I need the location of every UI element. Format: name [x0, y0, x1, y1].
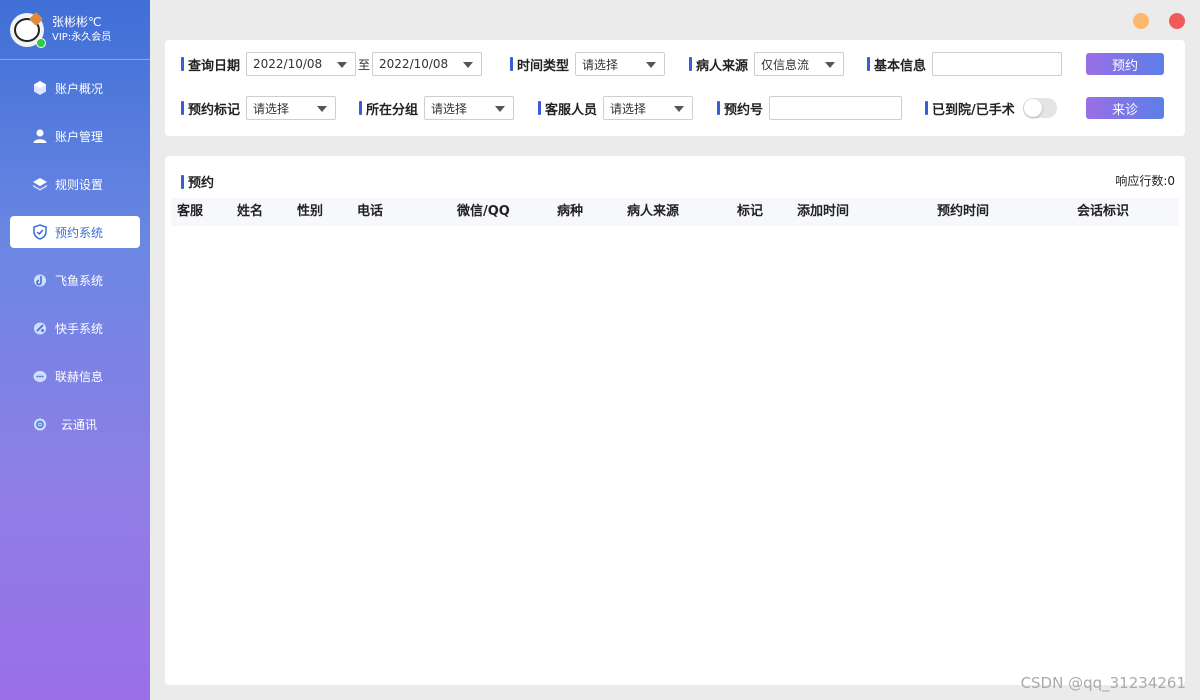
row-count: 响应行数:0 — [1115, 174, 1175, 188]
sidebar-item-label: 预约系统 — [55, 225, 104, 240]
table-header: 客服 姓名 性别 电话 微信/QQ 病种 病人来源 标记 添加时间 预约时间 会… — [171, 198, 1179, 226]
basic-info-label: 基本信息 — [867, 55, 926, 74]
date-from-value: 2022/10/08 — [253, 57, 323, 71]
column-header[interactable]: 姓名 — [237, 198, 263, 226]
arrived-toggle[interactable] — [1022, 98, 1057, 118]
sidebar-item-label: 快手系统 — [55, 321, 104, 336]
column-header[interactable]: 会话标识 — [1077, 198, 1129, 226]
arrived-field: 已到院/已手术 — [925, 96, 1057, 120]
appoint-no-input[interactable] — [769, 96, 903, 120]
appoint-mark-field: 预约标记 请选择 — [181, 96, 337, 120]
online-status-icon — [36, 37, 46, 48]
sidebar-item-label: 账户管理 — [55, 129, 104, 144]
fish-icon — [32, 272, 48, 288]
group-field: 所在分组 请选择 — [359, 96, 515, 120]
staff-field: 客服人员 请选择 — [538, 96, 694, 120]
cube-icon — [32, 80, 48, 96]
result-panel: 预约 响应行数:0 客服 姓名 性别 电话 微信/QQ 病种 病人来源 标记 添… — [165, 156, 1185, 685]
basic-info-field: 基本信息 — [867, 52, 1063, 76]
column-header[interactable]: 微信/QQ — [457, 198, 510, 226]
basic-info-input[interactable] — [932, 52, 1063, 76]
visit-button[interactable]: 来诊 — [1086, 97, 1164, 119]
chat-icon — [32, 368, 48, 384]
group-value: 请选择 — [431, 101, 468, 116]
sidebar-item-account-overview[interactable]: 账户概况 — [10, 72, 140, 104]
chevron-down-icon — [646, 62, 657, 68]
watermark: CSDN @qq_31234261 — [1020, 674, 1186, 692]
sidebar-nav: 账户概况 账户管理 规则设置 预约系统 飞鱼系统 快手系统 联赫信息 云通讯 — [0, 72, 150, 440]
date-to-picker[interactable]: 2022/10/08 — [372, 52, 483, 76]
kuaishou-icon — [32, 320, 48, 336]
query-date-field: 查询日期 2022/10/08 至 2022/10/08 — [181, 52, 483, 76]
chevron-down-icon — [317, 106, 328, 112]
patient-source-value: 仅信息流 — [761, 57, 810, 72]
sidebar-item-account-manage[interactable]: 账户管理 — [10, 120, 140, 152]
date-from-picker[interactable]: 2022/10/08 — [246, 52, 357, 76]
column-header[interactable]: 病种 — [557, 198, 583, 226]
sidebar-item-lianhe-info[interactable]: 联赫信息 — [10, 360, 140, 392]
group-label: 所在分组 — [359, 99, 418, 118]
patient-source-select[interactable]: 仅信息流 — [754, 52, 845, 76]
sidebar: 张彬彬℃ VIP:永久会员 账户概况 账户管理 规则设置 预约系统 飞鱼系统 快… — [0, 0, 150, 700]
chevron-down-icon — [495, 106, 506, 112]
user-icon — [32, 128, 48, 144]
chevron-down-icon — [825, 62, 836, 68]
column-header[interactable]: 病人来源 — [627, 198, 679, 226]
minimize-button[interactable] — [1133, 13, 1149, 29]
toggle-knob — [1023, 99, 1042, 117]
column-header[interactable]: 添加时间 — [797, 198, 849, 226]
chevron-down-icon — [337, 62, 348, 68]
column-header[interactable]: 客服 — [177, 198, 203, 226]
sidebar-item-rule-settings[interactable]: 规则设置 — [10, 168, 140, 200]
date-to-value: 2022/10/08 — [379, 57, 449, 71]
date-range-separator: 至 — [358, 57, 371, 72]
avatar[interactable] — [10, 11, 46, 48]
column-header[interactable]: 性别 — [297, 198, 323, 226]
staff-label: 客服人员 — [538, 99, 597, 118]
filter-panel: 查询日期 2022/10/08 至 2022/10/08 时间类型 请选择 病人… — [165, 40, 1185, 136]
column-header[interactable]: 电话 — [357, 198, 383, 226]
user-profile[interactable]: 张彬彬℃ VIP:永久会员 — [0, 0, 150, 60]
column-header[interactable]: 预约时间 — [937, 198, 989, 226]
sidebar-item-label: 账户概况 — [55, 81, 104, 96]
sidebar-item-label: 云通讯 — [61, 417, 98, 432]
appoint-mark-value: 请选择 — [253, 101, 290, 116]
appoint-no-label: 预约号 — [717, 99, 763, 118]
sidebar-item-kuaishou-system[interactable]: 快手系统 — [10, 312, 140, 344]
appoint-button[interactable]: 预约 — [1086, 53, 1164, 75]
sidebar-item-cloud-communication[interactable]: 云通讯 — [10, 408, 140, 440]
patient-source-label: 病人来源 — [689, 55, 748, 74]
sidebar-item-label: 联赫信息 — [55, 369, 104, 384]
staff-value: 请选择 — [610, 101, 647, 116]
arrived-label: 已到院/已手术 — [925, 99, 1015, 118]
time-type-value: 请选择 — [582, 57, 619, 72]
sidebar-item-label: 规则设置 — [55, 177, 104, 192]
query-date-label: 查询日期 — [181, 55, 240, 74]
user-vip-level: VIP:永久会员 — [52, 32, 112, 43]
layers-icon — [32, 176, 48, 192]
staff-select[interactable]: 请选择 — [603, 96, 694, 120]
time-type-field: 时间类型 请选择 — [510, 52, 666, 76]
appoint-mark-select[interactable]: 请选择 — [246, 96, 337, 120]
sidebar-item-appointment-system[interactable]: 预约系统 — [10, 216, 140, 248]
close-button[interactable] — [1169, 13, 1185, 29]
sidebar-item-label: 飞鱼系统 — [55, 273, 104, 288]
column-header[interactable]: 标记 — [737, 198, 763, 226]
shield-icon — [32, 224, 48, 240]
appoint-no-field: 预约号 — [717, 96, 903, 120]
sidebar-item-feiyu-system[interactable]: 飞鱼系统 — [10, 264, 140, 296]
appoint-mark-label: 预约标记 — [181, 99, 240, 118]
group-select[interactable]: 请选择 — [424, 96, 515, 120]
chevron-down-icon — [463, 62, 474, 68]
chevron-down-icon — [674, 106, 685, 112]
cloud-phone-icon — [32, 416, 48, 432]
time-type-label: 时间类型 — [510, 55, 569, 74]
patient-source-field: 病人来源 仅信息流 — [689, 52, 845, 76]
time-type-select[interactable]: 请选择 — [575, 52, 666, 76]
user-name: 张彬彬℃ — [52, 15, 102, 29]
result-title: 预约 — [181, 172, 214, 191]
